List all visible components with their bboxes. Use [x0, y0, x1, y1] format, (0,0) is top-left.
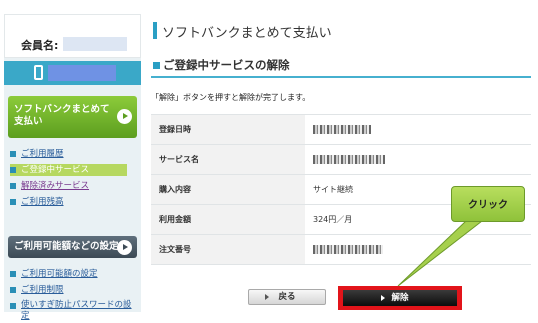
- row-label: 利用金額: [151, 204, 305, 235]
- menu-item-overuse-password[interactable]: 使いすぎ防止パスワードの設定: [10, 300, 132, 323]
- sidebar: 会員名: ソフトバンクまとめて支払い ご利用履歴 ご登録中サービス 解除済みサー…: [4, 14, 141, 321]
- row-label: 注文番号: [151, 234, 305, 265]
- bullet-icon: [10, 271, 16, 277]
- menu-label: ご利用履歴: [21, 149, 64, 159]
- arrow-right-icon: [117, 240, 132, 255]
- instruction-text: 「解除」ボタンを押すと解除が完了します。: [151, 93, 311, 102]
- row-label: 購入内容: [151, 174, 305, 205]
- arrow-right-icon: [117, 109, 132, 124]
- member-name-redacted: [63, 37, 127, 51]
- order-number-redacted: [313, 245, 383, 254]
- bullet-icon: [10, 151, 16, 157]
- bullet-icon: [10, 287, 16, 293]
- row-value: [305, 144, 531, 175]
- phone-number-bar: [4, 61, 141, 85]
- cancel-button-highlight: 解除: [338, 286, 462, 310]
- menu-item-registered-services[interactable]: ご登録中サービス: [10, 164, 127, 176]
- matomete-payment-nav-button[interactable]: ソフトバンクまとめて支払い: [8, 96, 137, 138]
- menu-item-usage-restriction[interactable]: ご利用制限: [10, 284, 132, 296]
- table-row: 注文番号: [151, 234, 531, 265]
- page-title: ソフトバンクまとめて支払い: [162, 26, 332, 41]
- nav-button-label: ご利用可能額などの設定: [14, 241, 119, 252]
- menu-label: ご利用残高: [21, 197, 64, 207]
- section-divider: [151, 76, 531, 78]
- callout-text: クリック: [468, 200, 508, 211]
- service-menu: ご利用履歴 ご登録中サービス 解除済みサービス ご利用残高: [10, 148, 127, 212]
- bullet-icon: [10, 199, 16, 205]
- nav-button-label: ソフトバンクまとめて支払い: [14, 104, 110, 127]
- section-title: ご登録中サービスの解除: [163, 58, 290, 72]
- row-label: 登録日時: [151, 114, 305, 145]
- mobile-phone-icon: [34, 65, 43, 80]
- phone-number-redacted: [48, 65, 116, 81]
- bullet-icon: [10, 303, 16, 309]
- back-button[interactable]: 戻る: [248, 289, 326, 305]
- registration-date-redacted: [313, 125, 371, 134]
- service-name-redacted: [313, 155, 385, 164]
- arrow-right-icon: [265, 294, 269, 300]
- table-row: サービス名: [151, 144, 531, 175]
- bullet-icon: [10, 167, 16, 173]
- row-value: [305, 234, 531, 265]
- limit-settings-nav-button[interactable]: ご利用可能額などの設定: [8, 236, 137, 258]
- menu-label: 解除済みサービス: [21, 181, 90, 191]
- back-button-label: 戻る: [278, 292, 296, 302]
- member-box: 会員名:: [4, 14, 141, 58]
- bullet-icon: [10, 183, 16, 189]
- menu-label: ご利用制限: [21, 285, 64, 295]
- menu-label: ご登録中サービス: [21, 165, 90, 175]
- title-accent-bar: [153, 22, 157, 39]
- menu-item-usage-history[interactable]: ご利用履歴: [10, 148, 127, 160]
- section-bullet-icon: [153, 62, 160, 69]
- menu-item-balance[interactable]: ご利用残高: [10, 196, 127, 208]
- menu-label: 使いすぎ防止パスワードの設定: [21, 300, 132, 321]
- member-label: 会員名:: [21, 39, 59, 52]
- cancel-button-label: 解除: [391, 293, 409, 303]
- table-row: 登録日時: [151, 114, 531, 145]
- cancel-subscription-button[interactable]: 解除: [343, 290, 457, 306]
- menu-item-cancelled-services[interactable]: 解除済みサービス: [10, 180, 127, 192]
- menu-label: ご利用可能額の設定: [21, 269, 98, 279]
- row-label: サービス名: [151, 144, 305, 175]
- arrow-right-icon: [381, 295, 385, 301]
- menu-item-limit-settings[interactable]: ご利用可能額の設定: [10, 268, 132, 280]
- row-value: [305, 114, 531, 145]
- click-callout: クリック: [451, 186, 525, 222]
- settings-menu: ご利用可能額の設定 ご利用制限 使いすぎ防止パスワードの設定: [10, 268, 132, 323]
